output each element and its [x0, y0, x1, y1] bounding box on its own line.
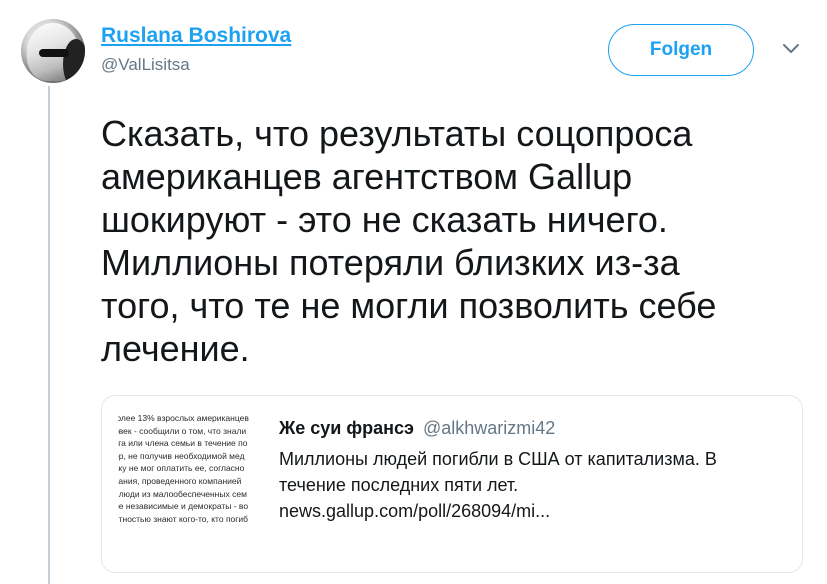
quote-body: Же суи франсэ @alkhwarizmi42 Миллионы лю…: [279, 416, 789, 524]
thread-line: [48, 86, 50, 584]
thumbnail-line: вания, проведенного компанией: [118, 475, 242, 486]
chevron-down-icon[interactable]: [780, 40, 802, 58]
tweet-text: Сказать, что результаты соцопроса америк…: [101, 113, 717, 369]
avatar-shade: [63, 39, 85, 83]
thumbnail-line: уга или члена семьи в течение по: [118, 438, 248, 449]
avatar-glasses: [39, 49, 69, 57]
thumbnail-line: овек - сообщили о том, что знали: [118, 425, 247, 436]
quote-text: Миллионы людей погибли в США от капитали…: [279, 449, 717, 521]
thumbnail-line: , люди из малообеспеченных сем: [118, 488, 247, 499]
thumbnail-line: ие независимые и демократы - во: [118, 501, 249, 512]
thumbnail-line: ι.: [118, 525, 262, 538]
avatar[interactable]: [21, 19, 85, 83]
quote-author-name[interactable]: Же суи франсэ: [279, 418, 414, 438]
thumbnail-line: ятностью знают кого-то, кто погиб: [118, 513, 248, 524]
quote-thumbnail[interactable]: .олее 13% взрослых американцев овек - со…: [118, 412, 262, 556]
quote-header: Же суи франсэ @alkhwarizmi42: [279, 416, 789, 440]
follow-button[interactable]: Folgen: [608, 24, 754, 76]
thumbnail-line: ер, не получив необходимой мед: [118, 450, 245, 461]
author-handle[interactable]: @ValLisitsa: [101, 55, 190, 75]
author-display-name[interactable]: Ruslana Boshirova: [101, 24, 291, 48]
thumbnail-line: .олее 13% взрослых американцев: [118, 413, 249, 423]
thumbnail-line: ьку не мог оплатить ее, согласно: [118, 463, 245, 474]
quoted-tweet-card[interactable]: .олее 13% взрослых американцев овек - со…: [101, 395, 803, 573]
quote-author-handle[interactable]: @alkhwarizmi42: [423, 418, 555, 438]
